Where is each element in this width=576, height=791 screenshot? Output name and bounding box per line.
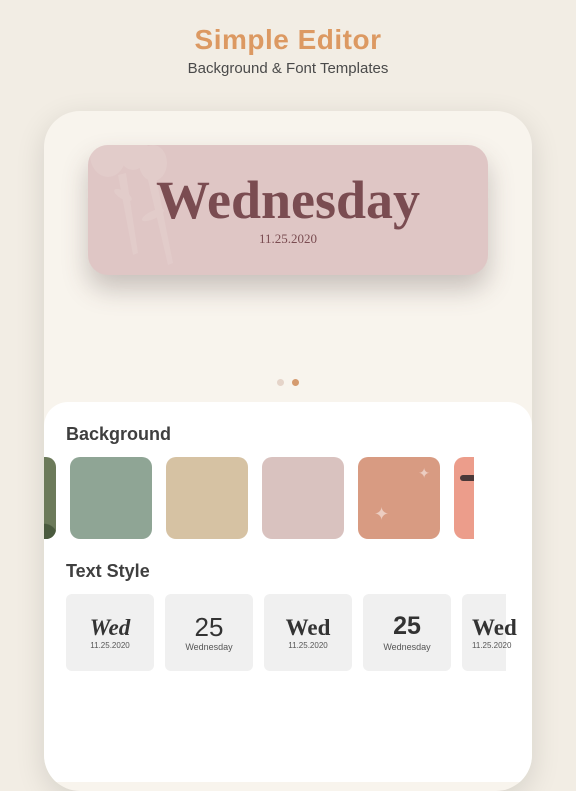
background-swatch[interactable]	[166, 457, 248, 539]
text-style-options[interactable]: Wed 11.25.2020 25 Wednesday Wed 11.25.20…	[44, 594, 532, 671]
editor-panel: Background Text Style Wed 11.25.2020 25 …	[44, 402, 532, 782]
text-style-option[interactable]: 25 Wednesday	[165, 594, 253, 671]
style-main: Wed	[286, 615, 331, 640]
style-sub: Wednesday	[185, 642, 232, 652]
background-swatch[interactable]	[454, 457, 474, 539]
text-style-option[interactable]: Wed 11.25.2020	[66, 594, 154, 671]
style-main: Wed	[472, 615, 517, 640]
style-sub: 11.25.2020	[90, 641, 129, 650]
header: Simple Editor Background & Font Template…	[0, 0, 576, 93]
app-title: Simple Editor	[0, 24, 576, 56]
textstyle-section-title: Text Style	[44, 561, 532, 594]
style-main: 25	[195, 613, 224, 642]
page-indicator	[44, 379, 532, 386]
preview-day: Wednesday	[156, 173, 420, 227]
text-style-option[interactable]: Wed 11.25.2020	[462, 594, 506, 671]
text-style-option[interactable]: 25 Wednesday	[363, 594, 451, 671]
style-main: 25	[393, 613, 421, 641]
background-swatch[interactable]	[262, 457, 344, 539]
background-section-title: Background	[44, 424, 532, 457]
style-sub: Wednesday	[383, 642, 430, 652]
page-dot-active[interactable]	[292, 379, 299, 386]
background-swatch[interactable]	[44, 457, 56, 539]
text-style-option[interactable]: Wed 11.25.2020	[264, 594, 352, 671]
app-subtitle: Background & Font Templates	[0, 60, 576, 77]
widget-preview[interactable]: Wednesday 11.25.2020	[88, 145, 488, 275]
background-swatch[interactable]	[358, 457, 440, 539]
style-sub: 11.25.2020	[288, 641, 327, 650]
style-main: Wed	[90, 615, 130, 640]
preview-date: 11.25.2020	[259, 231, 317, 247]
device-frame: Wednesday 11.25.2020 Background Text Sty…	[44, 111, 532, 791]
background-swatches[interactable]	[44, 457, 532, 539]
page-dot[interactable]	[277, 379, 284, 386]
style-sub: 11.25.2020	[472, 641, 511, 650]
background-swatch[interactable]	[70, 457, 152, 539]
